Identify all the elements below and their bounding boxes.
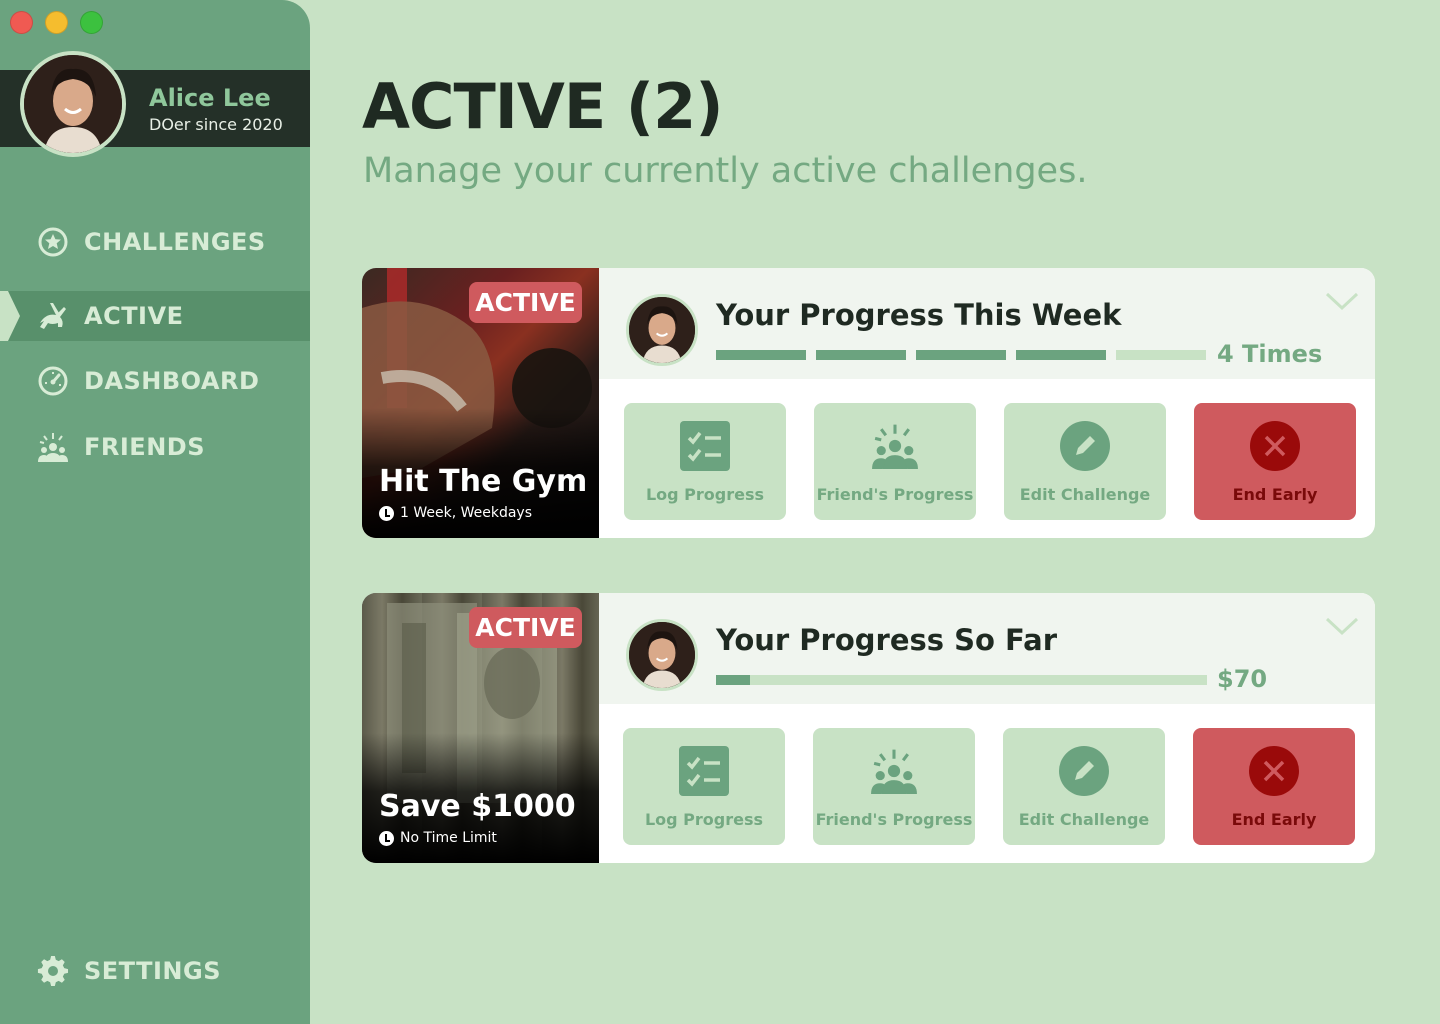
progress-avatar <box>626 619 698 691</box>
challenge-image[interactable]: ACTIVE Save $1000 No Time Limit <box>362 593 599 863</box>
clock-icon <box>379 505 394 521</box>
maximize-window-button[interactable] <box>80 11 103 34</box>
progress-avatar <box>626 294 698 366</box>
checklist-icon <box>680 421 730 471</box>
friends-group-icon <box>871 749 917 794</box>
challenge-meta: No Time Limit <box>379 830 497 846</box>
window-controls <box>10 11 103 34</box>
star-circle-icon <box>36 225 70 259</box>
challenge-title: Save $1000 <box>379 789 576 824</box>
page-title: ACTIVE (2) <box>362 70 724 143</box>
end-early-label: End Early <box>1232 485 1318 504</box>
progress-value: 4 Times <box>1217 340 1323 368</box>
progress-bar <box>716 675 1207 685</box>
speedometer-icon <box>36 364 70 398</box>
challenge-meta: 1 Week, Weekdays <box>379 505 532 521</box>
edit-challenge-button[interactable]: Edit Challenge <box>1004 403 1166 520</box>
clock-icon <box>379 830 394 846</box>
status-badge: ACTIVE <box>469 607 582 648</box>
progress-segment <box>916 350 1006 360</box>
user-name: Alice Lee <box>149 84 271 112</box>
nav-dashboard-label: DASHBOARD <box>84 367 260 395</box>
nav-dashboard[interactable]: DASHBOARD <box>0 356 310 406</box>
nav-challenges[interactable]: CHALLENGES <box>0 217 310 267</box>
nav-active-label: ACTIVE <box>84 302 184 330</box>
nav-settings-label: SETTINGS <box>84 957 221 985</box>
end-early-button[interactable]: End Early <box>1194 403 1356 520</box>
edit-challenge-label: Edit Challenge <box>1018 810 1150 829</box>
running-rabbit-icon <box>36 299 70 333</box>
log-progress-label: Log Progress <box>644 810 764 829</box>
nav-active[interactable]: ACTIVE <box>0 291 310 341</box>
challenge-image[interactable]: ACTIVE Hit The Gym 1 Week, Weekdays <box>362 268 599 538</box>
log-progress-button[interactable]: Log Progress <box>623 728 785 845</box>
nav-friends-label: FRIENDS <box>84 433 205 461</box>
chevron-down-icon[interactable] <box>1325 290 1359 312</box>
nav-challenges-label: CHALLENGES <box>84 228 266 256</box>
action-row: Log Progress Friend's Progress Edit Chal… <box>599 704 1375 863</box>
progress-header: Your Progress So Far $70 <box>599 593 1375 704</box>
pencil-icon <box>1060 421 1110 471</box>
progress-title: Your Progress This Week <box>716 298 1122 332</box>
progress-bar-fill <box>716 675 751 685</box>
end-early-button[interactable]: End Early <box>1193 728 1355 845</box>
progress-segment <box>1116 350 1206 360</box>
close-icon <box>1249 746 1299 796</box>
friends-group-icon <box>36 430 70 464</box>
friends-group-icon <box>872 424 918 469</box>
action-row: Log Progress Friend's Progress Edit Chal… <box>599 379 1375 538</box>
progress-segments <box>716 350 1206 360</box>
challenge-card: ACTIVE Save $1000 No Time Limit Your Pro… <box>362 593 1375 863</box>
progress-segment <box>1016 350 1106 360</box>
challenge-title: Hit The Gym <box>379 464 588 499</box>
pencil-icon <box>1059 746 1109 796</box>
active-marker <box>0 291 20 341</box>
close-window-button[interactable] <box>10 11 33 34</box>
progress-value: $70 <box>1217 665 1268 693</box>
status-badge: ACTIVE <box>469 282 582 323</box>
nav-settings[interactable]: SETTINGS <box>0 946 310 996</box>
challenge-card: ACTIVE Hit The Gym 1 Week, Weekdays Your… <box>362 268 1375 538</box>
edit-challenge-label: Edit Challenge <box>1019 485 1151 504</box>
progress-segment <box>716 350 806 360</box>
progress-header: Your Progress This Week 4 Times <box>599 268 1375 379</box>
progress-title: Your Progress So Far <box>716 623 1058 657</box>
progress-segment <box>816 350 906 360</box>
nav-friends[interactable]: FRIENDS <box>0 422 310 472</box>
minimize-window-button[interactable] <box>45 11 68 34</box>
friends-progress-label: Friend's Progress <box>816 485 974 504</box>
challenge-duration: No Time Limit <box>400 830 497 846</box>
sidebar: Alice Lee DOer since 2020 CHALLENGES ACT… <box>0 0 310 1024</box>
gear-icon <box>36 954 70 988</box>
friends-progress-label: Friend's Progress <box>815 810 973 829</box>
edit-challenge-button[interactable]: Edit Challenge <box>1003 728 1165 845</box>
user-avatar[interactable] <box>20 51 126 157</box>
page-subtitle: Manage your currently active challenges. <box>363 151 1088 191</box>
log-progress-label: Log Progress <box>645 485 765 504</box>
close-icon <box>1250 421 1300 471</box>
chevron-down-icon[interactable] <box>1325 615 1359 637</box>
friends-progress-button[interactable]: Friend's Progress <box>813 728 975 845</box>
checklist-icon <box>679 746 729 796</box>
friends-progress-button[interactable]: Friend's Progress <box>814 403 976 520</box>
challenge-duration: 1 Week, Weekdays <box>400 505 533 521</box>
end-early-label: End Early <box>1231 810 1317 829</box>
log-progress-button[interactable]: Log Progress <box>624 403 786 520</box>
user-subtitle: DOer since 2020 <box>149 115 283 134</box>
